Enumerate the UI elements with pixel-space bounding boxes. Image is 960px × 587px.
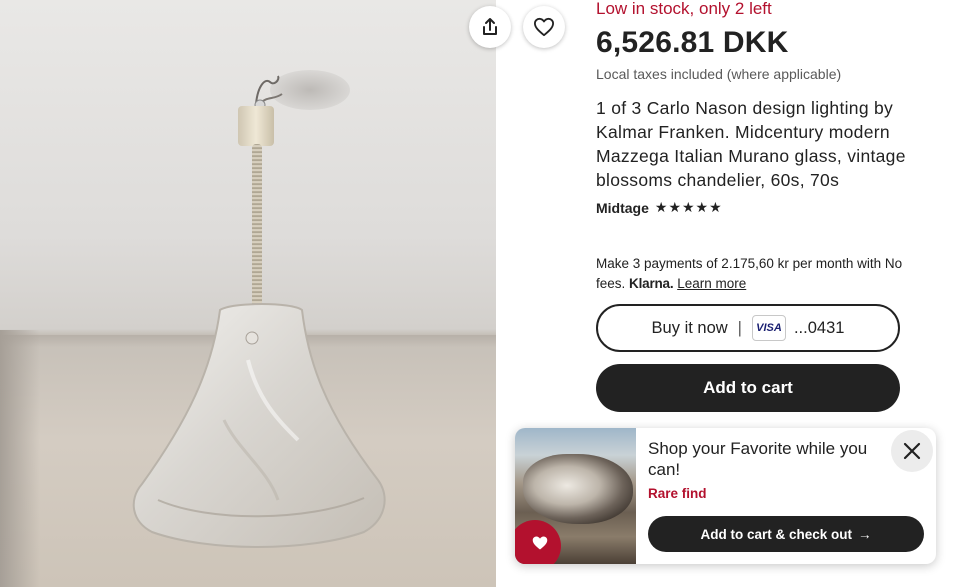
heart-icon [534, 17, 554, 37]
visa-card-icon: VISA [751, 315, 786, 341]
popup-subtitle: Rare find [648, 486, 707, 501]
add-to-cart-button[interactable]: Add to cart [596, 364, 900, 412]
cta-label: Add to cart & check out [700, 526, 853, 542]
shop-rating-row: Midtage ★★★★★ [596, 199, 723, 216]
lamp-canopy [238, 106, 274, 146]
wall-shade [0, 330, 40, 587]
rating-stars[interactable]: ★★★★★ [655, 199, 723, 216]
favorite-popup: Shop your Favorite while you can! Rare f… [515, 428, 936, 564]
share-icon [483, 18, 497, 35]
shop-name-link[interactable]: Midtage [596, 200, 649, 216]
popup-title: Shop your Favorite while you can! [648, 439, 868, 479]
klarna-logo: Klarna. [629, 275, 674, 291]
lamp-cord [252, 144, 262, 314]
glass-shade [132, 303, 386, 548]
product-title: 1 of 3 Carlo Nason design lighting by Ka… [596, 98, 906, 190]
klarna-info: Make 3 payments of 2.175,60 kr per month… [596, 254, 906, 293]
heart-filled-icon [532, 536, 548, 550]
share-button[interactable] [469, 6, 511, 48]
popup-product-thumb [523, 454, 633, 524]
add-to-cart-label: Add to cart [703, 378, 793, 397]
learn-more-link[interactable]: Learn more [677, 276, 746, 291]
card-digits: ...0431 [793, 318, 845, 337]
separator: | [737, 318, 742, 337]
buy-now-label: Buy it now [651, 318, 728, 337]
favorite-button[interactable] [523, 6, 565, 48]
arrow-right-icon: → [858, 526, 872, 542]
popup-close-button[interactable] [891, 430, 933, 472]
price: 6,526.81 DKK [596, 26, 789, 59]
close-icon [903, 442, 921, 460]
buy-now-button[interactable]: Buy it now | VISA ...0431 [596, 304, 900, 352]
add-to-cart-checkout-button[interactable]: Add to cart & check out → [648, 516, 924, 552]
stock-notice: Low in stock, only 2 left [596, 0, 772, 18]
favorite-badge [515, 520, 561, 564]
product-image[interactable] [0, 0, 496, 587]
popup-product-image[interactable] [515, 428, 636, 564]
taxes-note: Local taxes included (where applicable) [596, 66, 842, 82]
